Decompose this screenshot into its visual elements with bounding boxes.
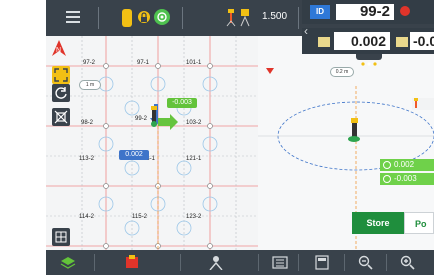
page-dots[interactable] <box>356 54 382 66</box>
point-label: 113-2 <box>79 156 94 162</box>
point-id-field[interactable]: 99-2 <box>336 4 394 20</box>
map-grid <box>46 36 258 250</box>
delta-readouts: 0.002 -0.003 <box>380 159 434 187</box>
delta-value: -0.003 <box>380 173 434 185</box>
divider <box>298 7 299 29</box>
divider <box>298 254 299 271</box>
stakeout-map[interactable]: 1 m N 97-2 97-1 101-1 98-2 99-2 103-2 11… <box>46 36 258 250</box>
divider <box>182 7 183 29</box>
point-label: 97-1 <box>137 60 150 66</box>
divider <box>386 254 387 271</box>
point-label: 97-2 <box>83 60 96 66</box>
divider <box>94 254 95 271</box>
prism-target-icon <box>412 98 434 110</box>
offset-value-1: 0.002 <box>334 32 390 50</box>
id-badge: ID <box>310 5 330 19</box>
total-station-icon[interactable] <box>240 9 250 27</box>
nav-scale-bar: 0.2 m <box>330 67 354 77</box>
point-label: 123-2 <box>186 214 202 220</box>
menu-icon[interactable] <box>66 11 80 23</box>
satellite-icon[interactable] <box>154 9 170 25</box>
svg-text:N: N <box>56 47 61 54</box>
store-button[interactable]: Store <box>352 212 404 234</box>
point-label: 114-2 <box>79 214 94 220</box>
offset-icon <box>318 37 330 47</box>
layers-icon[interactable] <box>60 255 76 270</box>
refresh-icon[interactable] <box>52 84 70 102</box>
point-label: 98-2 <box>81 120 94 126</box>
point-label: 115-2 <box>132 214 147 220</box>
bottom-bar <box>46 250 434 275</box>
divider <box>258 254 259 271</box>
zoom-extents-icon[interactable] <box>52 66 70 84</box>
status-icon <box>400 6 410 16</box>
offset-value-2: -0.0 <box>410 32 434 50</box>
divider <box>180 254 181 271</box>
app-frame: 1.500 1 m N 97-2 97-1 101-1 98-2 99-2 10… <box>46 0 434 275</box>
calculator-icon[interactable] <box>314 255 330 270</box>
zoom-in-icon[interactable] <box>400 255 416 270</box>
point-label: 121-1 <box>186 156 202 162</box>
prism-icon[interactable] <box>226 9 236 27</box>
user-icon[interactable] <box>208 255 224 271</box>
lock-icon[interactable] <box>136 9 152 25</box>
divider <box>344 254 345 271</box>
delta-value: 0.002 <box>380 159 434 171</box>
offset-icon <box>396 37 408 47</box>
point-label: 103-2 <box>186 120 202 126</box>
point-label: 101-1 <box>186 60 202 66</box>
grid-icon[interactable] <box>52 228 70 246</box>
crosshair-icon[interactable] <box>52 108 70 126</box>
north-arrow-icon[interactable]: N <box>52 40 66 56</box>
map-icon[interactable] <box>124 255 140 270</box>
offset-badge-green: -0.003 <box>167 98 197 108</box>
chevron-left-icon[interactable]: ‹ <box>304 24 308 38</box>
scale-bar: 1 m <box>79 80 101 90</box>
divider <box>98 7 99 29</box>
battery-icon <box>122 9 132 27</box>
point-label: 99-2 <box>135 116 148 122</box>
elevation-readout: 1.500 <box>262 11 288 22</box>
secondary-button[interactable]: Po <box>404 212 434 234</box>
list-icon[interactable] <box>272 255 288 270</box>
offset-badge-blue: 0.002 <box>119 150 149 160</box>
zoom-out-icon[interactable] <box>358 255 374 270</box>
